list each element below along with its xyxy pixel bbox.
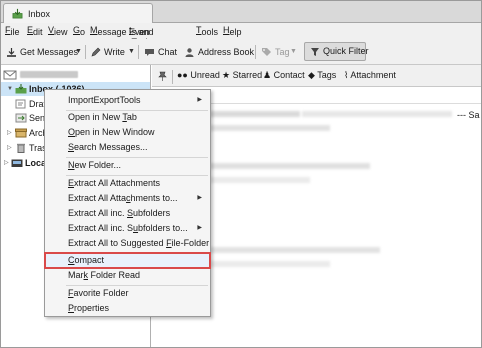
menu-item-importexporttools[interactable]: ImportExportTools ▶ xyxy=(45,93,210,108)
folder-context-menu: ImportExportTools ▶ Open in New Tab Open … xyxy=(44,89,211,317)
main-toolbar: Get Messages ▼ Write ▼ Chat Address Book… xyxy=(1,39,481,65)
quick-filter-label: Quick Filter xyxy=(323,46,369,56)
quick-filter-bar: ●● Unread ★ Starred ♟ Contact ◆ Tags ⌇ A… xyxy=(152,65,481,87)
menu-item-search-messages[interactable]: Search Messages... xyxy=(45,140,210,155)
toolbar-separator xyxy=(85,45,86,59)
expand-twisty[interactable]: ▷ xyxy=(4,156,9,170)
toolbar-separator xyxy=(255,45,256,59)
tab-inbox[interactable]: Inbox xyxy=(3,3,153,23)
menu-item-open-new-tab[interactable]: Open in New Tab xyxy=(45,110,210,125)
address-book-label: Address Book xyxy=(198,47,255,57)
quick-filter-button[interactable]: Quick Filter xyxy=(304,42,369,61)
write-label: Write xyxy=(104,47,125,57)
tag-label: Tag xyxy=(275,47,290,57)
drafts-icon xyxy=(15,99,26,109)
get-messages-dropdown[interactable]: ▼ xyxy=(75,43,82,61)
account-name-redacted xyxy=(19,71,78,79)
filter-attachment-button[interactable]: ⌇ Attachment xyxy=(344,70,396,81)
unread-icon: ●● xyxy=(177,70,191,80)
account-header[interactable] xyxy=(3,69,78,81)
menu-item-favorite-folder[interactable]: Favorite Folder xyxy=(45,286,210,301)
tab-title: Inbox xyxy=(28,9,51,19)
menu-item-mark-folder-read[interactable]: Mark Folder Read xyxy=(45,268,210,283)
filter-separator xyxy=(172,70,173,84)
local-folder-icon xyxy=(11,159,23,167)
get-messages-label: Get Messages xyxy=(20,47,79,57)
chat-icon xyxy=(145,49,154,57)
menu-events-and-tasks[interactable]: Events and Tasks xyxy=(129,25,155,47)
menu-item-extract-suggested-file-folder[interactable]: Extract All to Suggested File-Folder xyxy=(45,236,210,251)
message-row-redacted[interactable] xyxy=(210,163,370,169)
menu-item-extract-all-subfolders[interactable]: Extract All inc. Subfolders xyxy=(45,206,210,221)
message-row-redacted[interactable] xyxy=(210,125,330,131)
thunderbird-window: Inbox File Edit View Go Message Even t s a… xyxy=(0,0,482,348)
menu-item-extract-all-attachments[interactable]: Extract All Attachments xyxy=(45,176,210,191)
filter-starred-button[interactable]: ★ Starred xyxy=(222,70,262,81)
menu-item-properties[interactable]: Properties xyxy=(45,301,210,316)
message-row-redacted[interactable] xyxy=(302,111,452,117)
filter-contact-button[interactable]: ♟ Contact xyxy=(263,70,305,81)
pencil-icon xyxy=(91,47,101,57)
menu-edit[interactable]: Edit xyxy=(27,25,43,37)
download-icon xyxy=(7,48,16,58)
trash-icon xyxy=(17,143,25,153)
title-bar: Inbox xyxy=(1,1,481,23)
inbox-icon xyxy=(15,84,27,94)
submenu-arrow-icon: ▶ xyxy=(197,195,202,201)
toolbar-separator xyxy=(138,45,139,59)
menu-message[interactable]: Message xyxy=(90,25,127,37)
chat-label: Chat xyxy=(158,47,178,57)
write-button[interactable]: Write xyxy=(90,43,125,61)
filter-contact-label: Contact xyxy=(273,70,305,80)
menu-item-extract-all-attachments-to[interactable]: Extract All Attachments to... ▶ xyxy=(45,191,210,206)
expand-twisty[interactable]: ▷ xyxy=(7,141,12,155)
pin-icon[interactable] xyxy=(157,71,168,82)
filter-tags-label: Tags xyxy=(317,70,337,80)
message-row-trailing-text: --- Sa xyxy=(457,110,480,120)
get-messages-button[interactable]: Get Messages xyxy=(6,43,78,61)
tag-icon xyxy=(262,48,271,57)
filter-unread-label: Unread xyxy=(190,70,220,80)
contact-icon xyxy=(185,48,194,58)
chat-button[interactable]: Chat xyxy=(144,43,177,61)
menu-item-new-folder[interactable]: New Folder... xyxy=(45,158,210,173)
menu-view[interactable]: View xyxy=(48,25,68,37)
message-row-redacted[interactable] xyxy=(210,261,330,267)
filter-icon xyxy=(311,47,319,56)
menu-item-compact[interactable]: Compact xyxy=(44,252,211,269)
filter-attachment-label: Attachment xyxy=(350,70,396,80)
contact-icon: ♟ xyxy=(263,70,274,80)
address-book-button[interactable]: Address Book xyxy=(184,43,254,61)
submenu-arrow-icon: ▶ xyxy=(197,97,202,103)
menu-help[interactable]: Help xyxy=(223,25,242,37)
expand-twisty[interactable]: ▷ xyxy=(7,126,12,140)
menu-bar: File Edit View Go Message Events and Tas… xyxy=(1,23,481,47)
archive-icon xyxy=(15,128,27,138)
menu-item-extract-all-subfolders-to[interactable]: Extract All inc. Subfolders to... ▶ xyxy=(45,221,210,236)
menu-file[interactable]: File xyxy=(5,25,20,37)
sent-icon xyxy=(15,113,27,123)
expand-twisty[interactable]: ▼ xyxy=(7,82,13,96)
write-dropdown[interactable]: ▼ xyxy=(128,43,135,61)
tag-dropdown[interactable]: ▼ xyxy=(290,43,297,61)
message-row-redacted[interactable] xyxy=(210,177,310,183)
inbox-icon xyxy=(12,8,23,19)
mail-account-icon xyxy=(3,70,17,80)
menu-go[interactable]: Go xyxy=(73,25,85,37)
menu-item-open-new-window[interactable]: Open in New Window xyxy=(45,125,210,140)
message-row-redacted[interactable] xyxy=(210,111,300,117)
menu-tools[interactable]: Tools xyxy=(196,25,218,37)
tag-button[interactable]: Tag xyxy=(261,43,290,61)
filter-tags-button[interactable]: ◆ Tags xyxy=(308,70,336,81)
filter-starred-label: Starred xyxy=(232,70,263,80)
filter-unread-button[interactable]: ●● Unread xyxy=(177,70,220,80)
star-icon: ★ xyxy=(222,70,233,80)
submenu-arrow-icon: ▶ xyxy=(197,225,202,231)
tag-icon: ◆ xyxy=(308,70,318,80)
message-row-redacted[interactable] xyxy=(210,247,380,253)
